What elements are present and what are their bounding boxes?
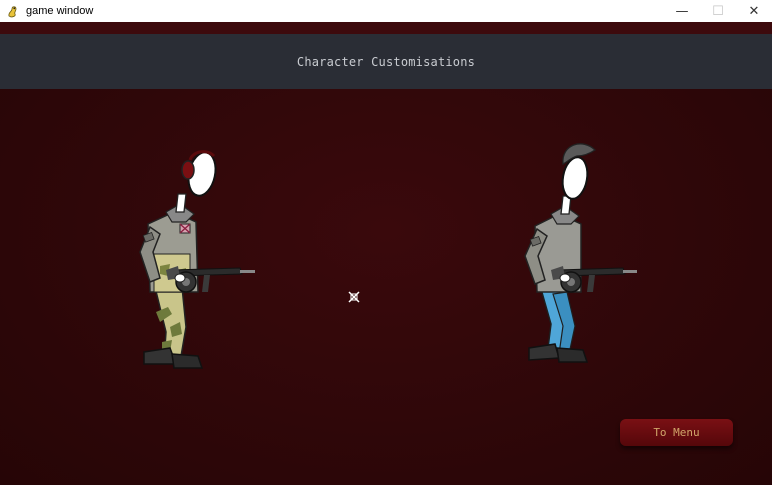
minimize-button[interactable]: — bbox=[664, 0, 700, 22]
maximize-button[interactable]: ☐ bbox=[700, 0, 736, 22]
to-menu-button[interactable]: To Menu bbox=[620, 419, 733, 446]
crosshair-cursor-icon bbox=[347, 289, 361, 303]
header-bar: Character Customisations bbox=[0, 34, 772, 89]
to-menu-label: To Menu bbox=[653, 426, 700, 439]
screen-title: Character Customisations bbox=[296, 54, 476, 69]
window-titlebar[interactable]: game window — ☐ ✕ bbox=[0, 0, 772, 22]
close-button[interactable]: ✕ bbox=[736, 0, 772, 22]
character-left[interactable] bbox=[120, 142, 270, 372]
game-window: game window — ☐ ✕ Character Customisatio… bbox=[0, 0, 772, 485]
game-canvas[interactable]: Character Customisations To Menu bbox=[0, 22, 772, 485]
top-band bbox=[0, 22, 772, 34]
window-title: game window bbox=[26, 5, 94, 17]
window-controls: — ☐ ✕ bbox=[664, 0, 772, 22]
pygame-snake-icon bbox=[6, 4, 20, 18]
character-right[interactable] bbox=[505, 134, 655, 366]
